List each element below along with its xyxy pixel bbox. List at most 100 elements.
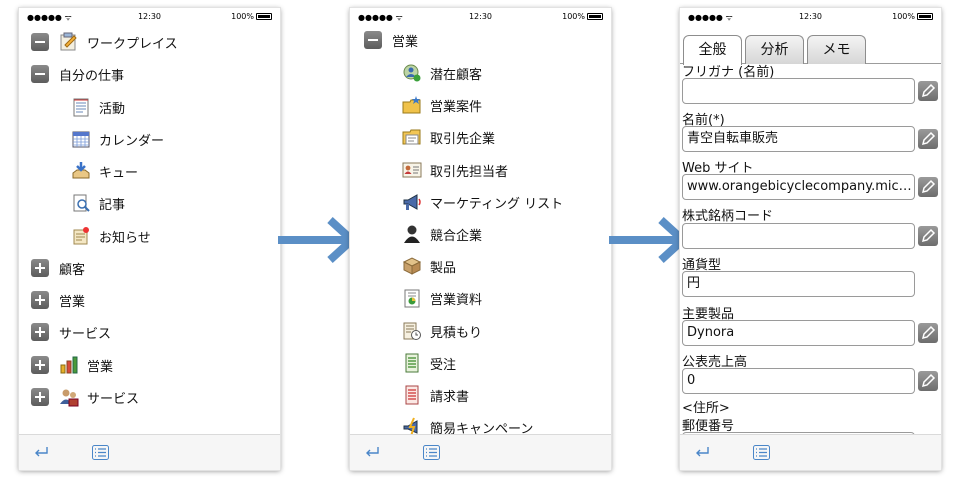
menu-item-quotes[interactable]: 見積もり [402,317,482,345]
screen-sales-menu: ●●●●● ᯤ 12:30 100% 営業 潜在顧客 営業案件 取引先企業 取引… [350,8,611,470]
list-icon[interactable] [753,445,770,460]
website-field[interactable]: www.orangebicyclecompany.micr... [682,174,915,200]
expand-icon[interactable] [31,291,49,309]
tree-item-my-work[interactable]: 自分の仕事 [31,60,124,88]
battery-icon [917,13,933,20]
collapse-icon[interactable] [31,65,49,83]
tree-item-announcement[interactable]: お知らせ [71,222,151,250]
screen-account-form: ●●●●● ᯤ 12:30 100% 全般 分析 メモ フリガナ (名前) 名前… [680,8,941,470]
account-icon [402,127,422,147]
sales-literature-icon [402,288,422,308]
sales-chart-icon [59,355,79,375]
edit-pencil-icon[interactable] [918,129,938,149]
name-field[interactable]: 青空自転車販売 [682,126,915,152]
article-icon [71,193,91,213]
battery-percent: 100% [562,12,585,21]
tree-item-label: 活動 [99,101,126,117]
tree-item-label: 自分の仕事 [59,68,125,84]
menu-item-label: 見積もり [430,325,483,341]
tree-item-label: キュー [99,165,139,181]
tab-analysis[interactable]: 分析 [745,35,804,64]
flow-arrow-icon [609,217,687,263]
tree-item-queue[interactable]: キュー [71,157,138,185]
menu-item-label: 製品 [430,260,457,276]
furigana-field[interactable] [682,78,915,104]
menu-item-label: 営業資料 [430,292,483,308]
bottom-toolbar [680,434,941,470]
collapse-icon[interactable] [364,31,382,49]
menu-item-label: 潜在顧客 [430,67,483,83]
edit-pencil-icon[interactable] [918,226,938,246]
tree-item-article[interactable]: 記事 [71,189,125,217]
tree-item-label: サービス [87,391,140,407]
expand-icon[interactable] [31,388,49,406]
section-header-label: 営業 [392,34,419,50]
invoice-icon [402,385,422,405]
menu-item-label: 競合企業 [430,228,483,244]
order-icon [402,353,422,373]
quote-icon [402,321,422,341]
form-tabs: 全般 分析 メモ [680,30,941,65]
menu-item-marketing-lists[interactable]: マーケティング リスト [402,188,563,216]
menu-item-leads[interactable]: 潜在顧客 [402,59,482,87]
tree-item-service-2[interactable]: サービス [31,383,139,411]
status-bar: ●●●●● ᯤ 12:30 100% [680,8,941,26]
ticker-symbol-field[interactable] [682,223,915,249]
battery-icon [587,13,603,20]
menu-item-label: マーケティング リスト [430,196,564,212]
flow-arrow-icon [278,217,356,263]
tree-item-sales-2[interactable]: 営業 [31,351,113,379]
tree-item-calendar[interactable]: カレンダー [71,125,164,153]
section-header-sales[interactable]: 営業 [364,26,418,54]
bottom-toolbar [350,434,611,470]
edit-pencil-icon[interactable] [918,177,938,197]
tree-item-sales[interactable]: 営業 [31,286,85,314]
back-icon[interactable] [694,445,710,459]
edit-pencil-icon[interactable] [918,371,938,391]
calendar-icon [71,129,91,149]
menu-item-label: 請求書 [430,389,470,405]
edit-pencil-icon[interactable] [918,81,938,101]
menu-item-label: 営業案件 [430,99,483,115]
menu-item-competitors[interactable]: 競合企業 [402,220,482,248]
menu-item-contacts[interactable]: 取引先担当者 [402,156,508,184]
edit-pencil-icon[interactable] [918,323,938,343]
list-icon[interactable] [92,445,109,460]
announcement-icon [71,226,91,246]
back-icon[interactable] [33,445,49,459]
tab-notes[interactable]: メモ [807,35,866,64]
battery-indicator: 100% [892,12,933,21]
queue-icon [71,161,91,181]
back-icon[interactable] [364,445,380,459]
currency-field[interactable]: 円 [682,271,915,297]
menu-item-invoices[interactable]: 請求書 [402,381,469,409]
menu-item-accounts[interactable]: 取引先企業 [402,123,495,151]
menu-item-sales-literature[interactable]: 営業資料 [402,284,482,312]
tree-item-label: 営業 [59,294,86,310]
collapse-icon[interactable] [31,33,49,51]
activity-icon [71,97,91,117]
opportunity-icon [402,95,422,115]
marketing-list-icon [402,192,422,212]
annual-revenue-field[interactable]: 0 [682,368,915,394]
expand-icon[interactable] [31,259,49,277]
tree-item-workplace[interactable]: ワークプレイス [31,28,178,56]
battery-percent: 100% [231,12,254,21]
expand-icon[interactable] [31,323,49,341]
product-icon [402,256,422,276]
tree-item-customers[interactable]: 顧客 [31,254,85,282]
workplace-icon [59,32,79,52]
tree-item-label: カレンダー [99,133,165,149]
battery-indicator: 100% [562,12,603,21]
expand-icon[interactable] [31,356,49,374]
menu-item-opportunities[interactable]: 営業案件 [402,91,482,119]
tree-item-service[interactable]: サービス [31,318,111,346]
tree-item-activity[interactable]: 活動 [71,93,125,121]
bottom-toolbar [19,434,280,470]
contact-icon [402,160,422,180]
lead-icon [402,63,422,83]
primary-product-field[interactable]: Dynora [682,320,915,346]
menu-item-products[interactable]: 製品 [402,252,456,280]
menu-item-orders[interactable]: 受注 [402,349,456,377]
list-icon[interactable] [423,445,440,460]
